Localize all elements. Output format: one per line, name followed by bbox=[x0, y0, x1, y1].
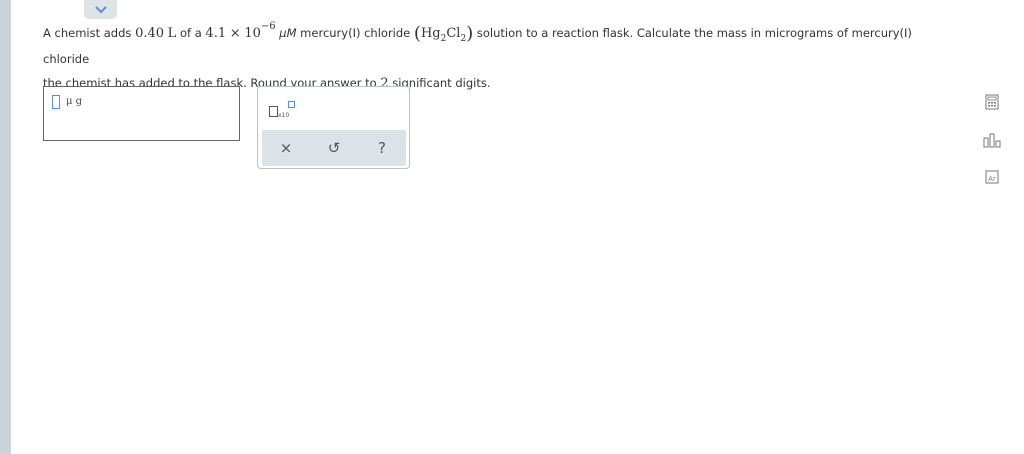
text-segment: mercury(I) chloride bbox=[296, 26, 414, 40]
answer-unit: μ g bbox=[66, 96, 83, 107]
action-bar: × ↺ ? bbox=[262, 130, 406, 166]
conc-unit: μM bbox=[279, 26, 297, 40]
clear-button[interactable]: × bbox=[271, 139, 301, 157]
exponent: −6 bbox=[260, 21, 276, 32]
chart-button[interactable] bbox=[982, 130, 1002, 150]
answer-input-box[interactable]: μ g bbox=[43, 86, 240, 141]
math-palette: x10 × ↺ ? bbox=[257, 86, 410, 169]
answer-input-slot[interactable] bbox=[52, 95, 60, 109]
periodic-symbol: Ar bbox=[988, 175, 996, 183]
paren-open: ( bbox=[413, 23, 421, 44]
text-segment: of a bbox=[176, 26, 206, 40]
formula-hg-subscript: 2 bbox=[440, 34, 447, 44]
question-line-1: A chemist adds 0.40 L of a 4.1 × 10−6 μM… bbox=[43, 20, 943, 71]
calculator-button[interactable] bbox=[982, 92, 1002, 112]
calculator-icon bbox=[985, 94, 999, 110]
paren-close: ) bbox=[466, 23, 474, 44]
conc-mantissa: 4.1 bbox=[205, 26, 227, 41]
periodic-table-icon: Ar bbox=[985, 170, 999, 184]
bar-chart-icon bbox=[983, 133, 1001, 148]
scientific-notation-button[interactable]: x10 bbox=[269, 100, 295, 120]
mantissa-slot-icon bbox=[269, 106, 278, 117]
exponent-slot-icon bbox=[288, 101, 295, 108]
help-button[interactable]: ? bbox=[367, 139, 397, 157]
chevron-down-icon bbox=[94, 5, 107, 13]
formula-cl: Cl bbox=[446, 26, 461, 41]
left-sidebar-strip bbox=[0, 0, 11, 454]
formula-hg: Hg bbox=[420, 26, 441, 41]
collapse-tab[interactable] bbox=[84, 0, 117, 19]
volume-value: 0.40 bbox=[135, 26, 165, 41]
ten-base: 10 bbox=[244, 26, 261, 41]
text-segment: A chemist adds bbox=[43, 26, 136, 40]
periodic-table-button[interactable]: Ar bbox=[982, 167, 1002, 187]
x10-label: x10 bbox=[278, 112, 290, 119]
undo-button[interactable]: ↺ bbox=[319, 139, 349, 157]
times-symbol: × bbox=[229, 26, 241, 41]
question-text: A chemist adds 0.40 L of a 4.1 × 10−6 μM… bbox=[43, 20, 943, 96]
